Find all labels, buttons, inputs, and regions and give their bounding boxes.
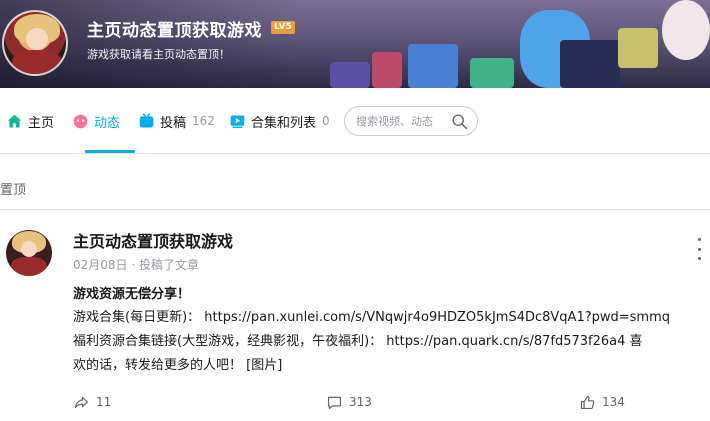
tab-home[interactable]: 主页: [6, 111, 54, 131]
search-icon[interactable]: [451, 113, 468, 130]
tab-videos[interactable]: 投稿 162: [138, 111, 215, 131]
profile-banner: 主页动态置顶获取游戏 LV5 游戏获取请看主页动态置顶！: [0, 0, 710, 88]
profile-avatar[interactable]: [2, 10, 68, 76]
banner-gift-decoration: [408, 44, 458, 88]
post-body-line: 游戏合集(每日更新)： https://pan.xunlei.com/s/VNq…: [73, 310, 671, 325]
comment-icon: [327, 396, 342, 409]
active-tab-indicator: [85, 150, 135, 153]
divider: [0, 209, 710, 210]
banner-character-decoration: [560, 40, 620, 88]
tab-videos-count: 162: [192, 114, 215, 128]
comment-count: 313: [349, 395, 372, 409]
share-icon: [74, 396, 89, 408]
profile-sign: 游戏获取请看主页动态置顶！: [87, 48, 230, 61]
tab-home-label: 主页: [28, 115, 55, 131]
home-icon: [7, 114, 22, 127]
banner-gift-decoration: [372, 52, 402, 88]
level-badge: LV5: [271, 21, 295, 34]
pinned-label: 置顶: [0, 183, 27, 198]
post-author[interactable]: 主页动态置顶获取游戏: [73, 228, 233, 252]
space-page: 主页动态置顶获取游戏 LV5 游戏获取请看主页动态置顶！ 主页 动态 投稿 16…: [0, 0, 710, 421]
banner-bunny-decoration: [662, 0, 710, 60]
banner-gift-decoration: [330, 62, 370, 88]
profile-username[interactable]: 主页动态置顶获取游戏: [87, 16, 262, 41]
tab-collections-label: 合集和列表: [251, 115, 317, 131]
post-body-line: 福利资源合集链接(大型游戏，经典影视，午夜福利)： https://pan.qu…: [73, 334, 643, 349]
video-icon: [139, 112, 154, 127]
dynamic-icon: [73, 114, 88, 128]
post-body[interactable]: 游戏合集(每日更新)： https://pan.xunlei.com/s/VNq…: [73, 306, 707, 378]
tab-videos-label: 投稿: [160, 115, 187, 131]
banner-gift-decoration: [618, 28, 658, 68]
banner-gift-decoration: [470, 58, 514, 88]
search-input[interactable]: [356, 114, 451, 128]
post-action: · 投稿了文章: [131, 258, 200, 272]
tab-collections[interactable]: 合集和列表 0: [229, 111, 330, 131]
comment-button[interactable]: 313: [326, 393, 372, 411]
like-button[interactable]: 134: [579, 393, 625, 411]
like-count: 134: [602, 395, 625, 409]
share-count: 11: [96, 395, 112, 409]
tab-dynamic-label: 动态: [94, 115, 121, 131]
share-button[interactable]: 11: [73, 393, 111, 411]
thumbs-up-icon: [580, 395, 595, 409]
more-options-icon[interactable]: [694, 238, 704, 260]
post-avatar[interactable]: [6, 230, 52, 276]
search-box[interactable]: [344, 106, 478, 136]
post-date[interactable]: 02月08日: [73, 258, 128, 272]
tab-dynamic[interactable]: 动态: [72, 111, 120, 131]
post-meta: 02月08日 · 投稿了文章: [73, 256, 199, 273]
tab-collections-count: 0: [322, 114, 330, 128]
playlist-icon: [230, 115, 245, 128]
post-body-line: 欢的话，转发给更多的人吧！ [图片]: [73, 358, 283, 373]
post-title[interactable]: 游戏资源无偿分享！: [73, 283, 190, 302]
